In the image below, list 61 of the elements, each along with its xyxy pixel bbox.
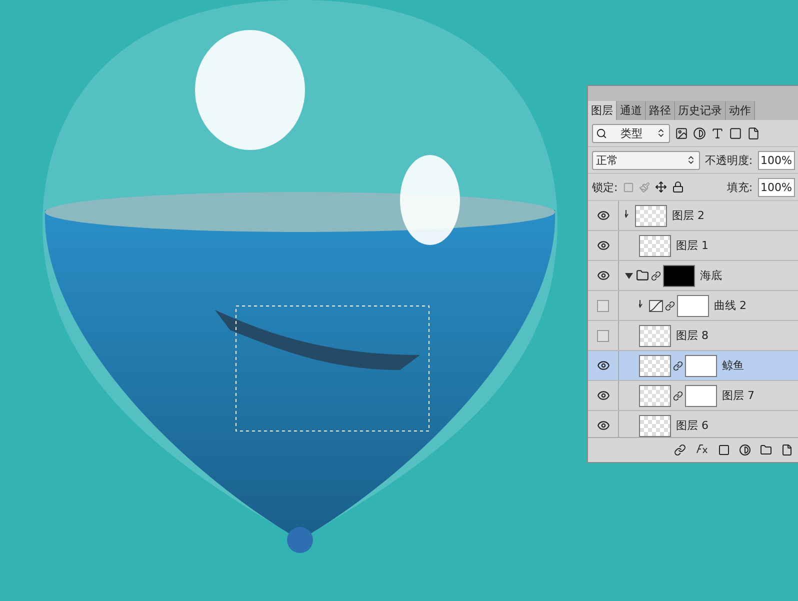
layer-name: 图层 2 xyxy=(672,208,704,223)
layer-row[interactable]: 曲线 2 xyxy=(588,291,798,321)
opacity-field[interactable]: 100% xyxy=(758,150,795,170)
curves-icon xyxy=(649,300,663,312)
new-layer-icon[interactable] xyxy=(781,444,793,456)
layer-thumbnail xyxy=(639,414,671,436)
blend-mode-dropdown[interactable]: 正常 xyxy=(592,150,700,170)
expand-triangle-icon[interactable] xyxy=(625,272,633,280)
panel-tab[interactable]: 路径 xyxy=(646,101,675,120)
panel-tab[interactable]: 通道 xyxy=(617,101,646,120)
stepper-icon xyxy=(686,155,696,165)
lock-icon[interactable] xyxy=(672,181,684,193)
eye-icon[interactable] xyxy=(596,239,610,252)
eye-icon[interactable] xyxy=(596,389,610,402)
link-icon[interactable] xyxy=(674,444,686,456)
layer-name: 海底 xyxy=(700,268,722,283)
layer-row[interactable]: 图层 8 xyxy=(588,321,798,351)
adjustment-icon[interactable] xyxy=(739,444,751,456)
shape-icon[interactable] xyxy=(729,126,742,140)
half-circle-icon[interactable] xyxy=(693,126,706,140)
folder-icon[interactable] xyxy=(760,444,772,456)
layer-thumbnail xyxy=(639,234,671,256)
stepper-icon xyxy=(656,128,666,138)
panel-tab[interactable]: 历史记录 xyxy=(675,101,726,120)
eye-icon[interactable] xyxy=(596,209,610,222)
search-icon xyxy=(596,128,607,138)
layer-row[interactable]: 海底 xyxy=(588,261,798,291)
eye-icon[interactable] xyxy=(596,419,610,432)
opacity-label: 不透明度: xyxy=(704,152,753,168)
chain-link-icon xyxy=(651,270,661,280)
eye-icon[interactable] xyxy=(596,269,610,282)
layer-name: 图层 1 xyxy=(676,238,708,253)
filter-dropdown[interactable]: 类型 xyxy=(592,124,670,142)
folder-icon xyxy=(636,269,649,282)
lock-label: 锁定: xyxy=(592,180,618,194)
panel-tab[interactable]: 图层 xyxy=(588,101,617,120)
layer-name: 图层 7 xyxy=(722,388,754,403)
layer-row[interactable]: 图层 1 xyxy=(588,231,798,261)
layer-thumbnail xyxy=(635,204,667,226)
layer-name: 鲸鱼 xyxy=(722,358,744,373)
chain-link-icon xyxy=(673,360,683,370)
mask-icon[interactable] xyxy=(718,444,730,456)
layer-thumbnail xyxy=(639,324,671,346)
image-icon[interactable] xyxy=(675,126,688,140)
document-icon[interactable] xyxy=(747,126,760,140)
move-icon[interactable] xyxy=(654,181,667,193)
layer-thumbnail xyxy=(639,384,671,406)
fill-label: 填充: xyxy=(726,180,753,194)
eye-icon[interactable] xyxy=(596,359,610,372)
layer-row[interactable]: 图层 2 xyxy=(588,201,798,231)
fill-field[interactable]: 100% xyxy=(758,178,795,196)
layer-thumbnail xyxy=(639,354,671,376)
text-icon[interactable] xyxy=(711,126,724,140)
layer-name: 曲线 2 xyxy=(714,298,746,313)
layer-name: 图层 8 xyxy=(676,328,708,343)
layer-row[interactable]: 图层 7 xyxy=(588,381,798,411)
panel-tab[interactable]: 动作 xyxy=(726,101,755,120)
layer-row[interactable]: 鲸鱼 xyxy=(588,351,798,381)
layer-name: 图层 6 xyxy=(676,418,708,433)
chain-link-icon xyxy=(665,300,675,310)
chain-link-icon xyxy=(673,390,683,400)
